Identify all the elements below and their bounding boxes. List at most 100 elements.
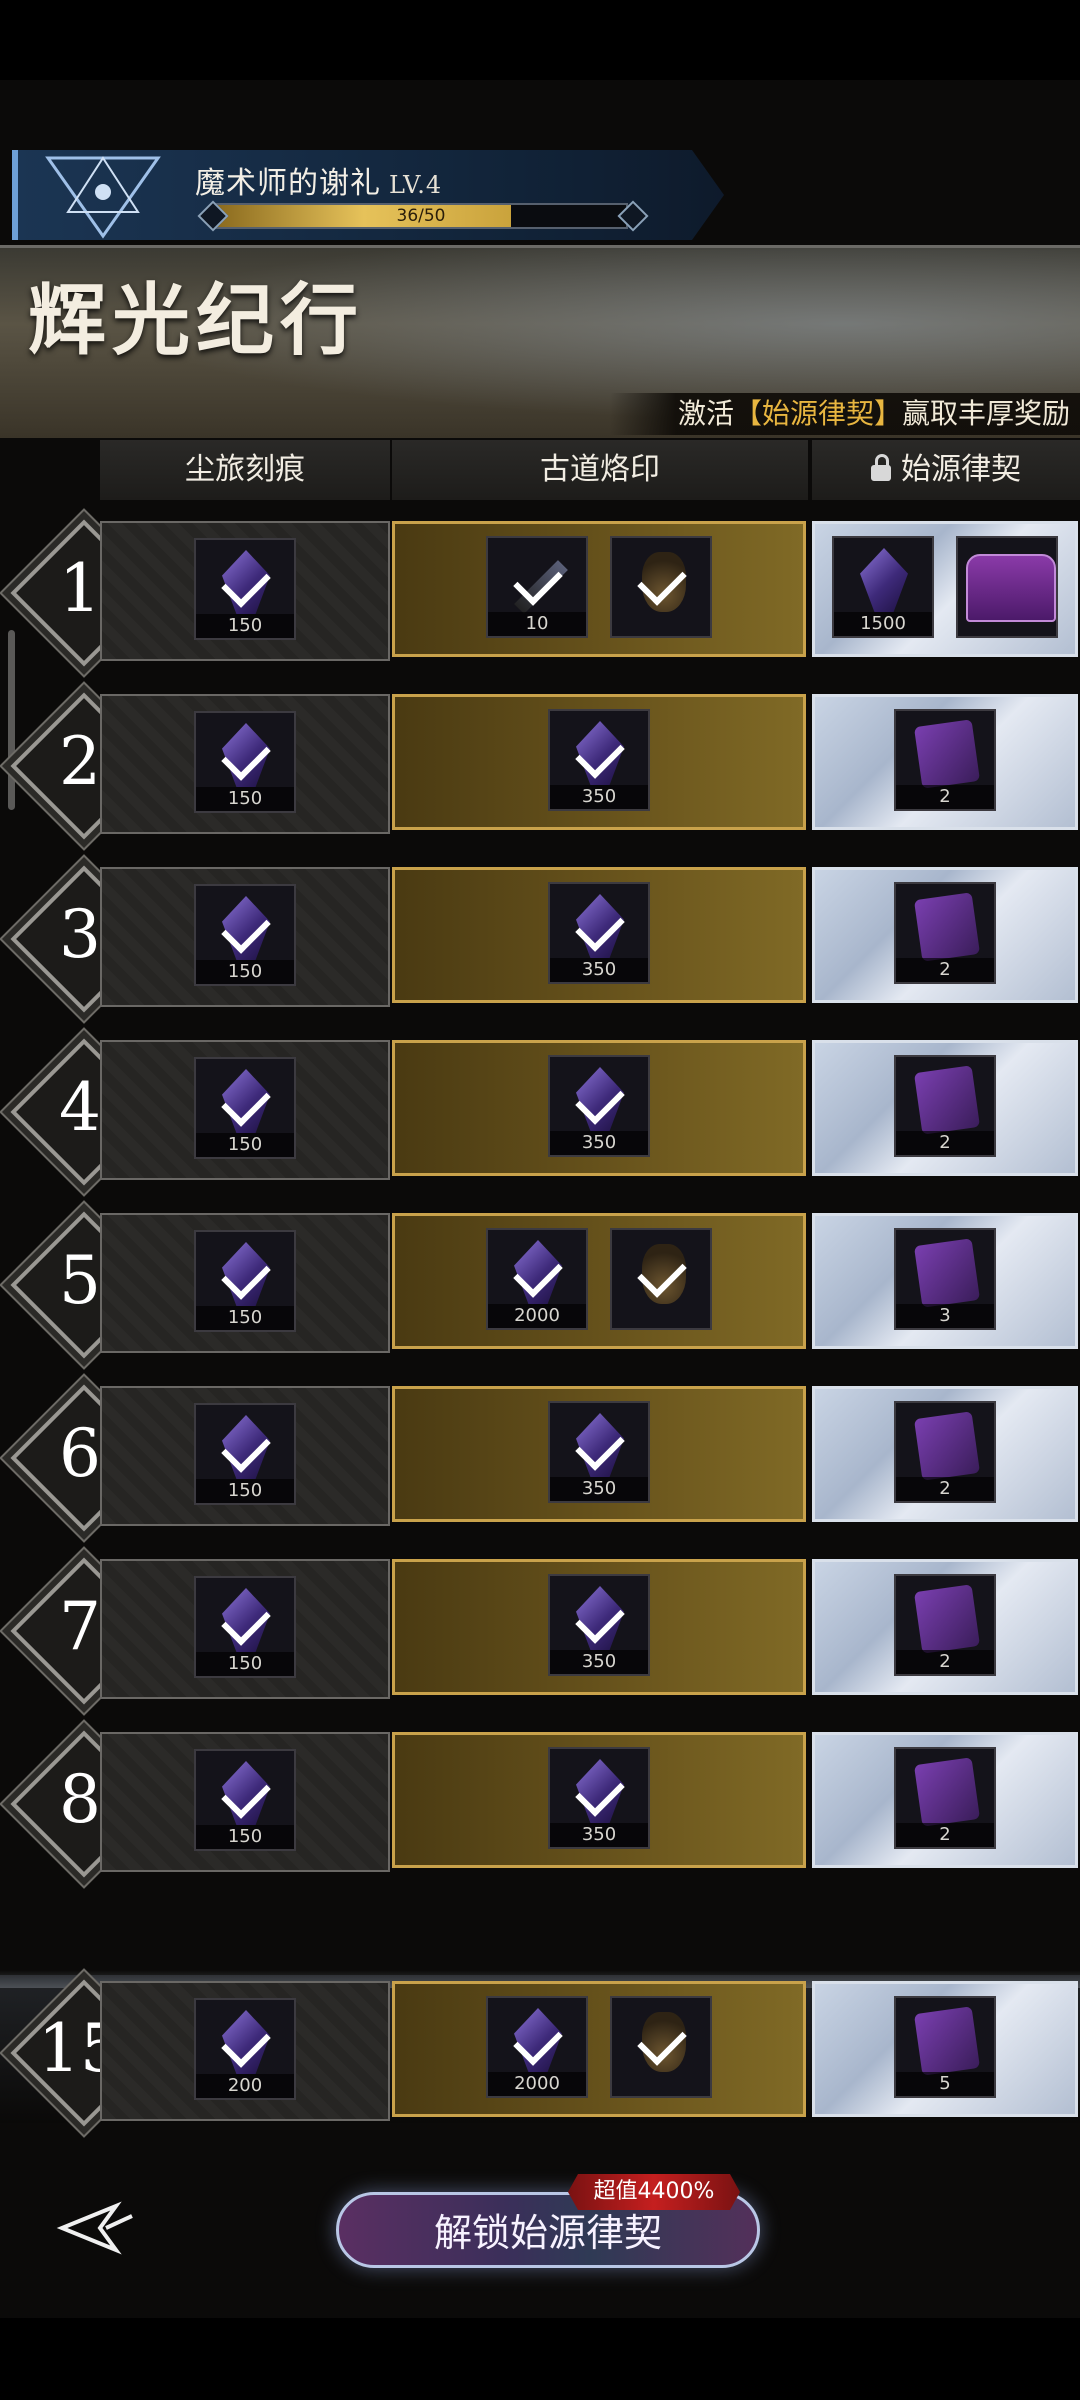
final-reward-row[interactable]: 15 200 2000 5	[0, 1975, 1080, 2127]
reward-quantity: 150	[196, 614, 294, 638]
reward-item[interactable]: 1500	[832, 536, 934, 638]
reward-quantity: 2	[896, 1650, 994, 1674]
reward-item[interactable]: 2000	[486, 1996, 588, 2098]
check-icon	[575, 729, 625, 779]
free-reward-cell[interactable]: 150	[100, 521, 390, 661]
reward-item[interactable]: 2	[894, 882, 996, 984]
reward-row[interactable]: 8 150 350 2	[0, 1726, 1080, 1878]
paid-reward-cell[interactable]: 350	[392, 694, 806, 830]
premium-reward-cell[interactable]: 2	[812, 1386, 1078, 1522]
reward-item[interactable]: 150	[194, 1403, 296, 1505]
free-reward-cell[interactable]: 150	[100, 1386, 390, 1526]
free-reward-cell[interactable]: 200	[100, 1981, 390, 2121]
free-reward-cell[interactable]: 150	[100, 867, 390, 1007]
column-header-free: 尘旅刻痕	[100, 440, 390, 500]
reward-item[interactable]: 2	[894, 1401, 996, 1503]
paid-reward-cell[interactable]: 350	[392, 1559, 806, 1695]
reward-item[interactable]: 3	[894, 1228, 996, 1330]
free-reward-cell[interactable]: 150	[100, 1040, 390, 1180]
reward-quantity: 150	[196, 787, 294, 811]
reward-item[interactable]	[610, 536, 712, 638]
reward-quantity: 200	[196, 2074, 294, 2098]
column-header-premium: 始源律契	[812, 440, 1080, 500]
paid-reward-cell[interactable]: 350	[392, 1386, 806, 1522]
paid-reward-cell[interactable]: 350	[392, 867, 806, 1003]
reward-item[interactable]: 150	[194, 884, 296, 986]
reward-quantity: 350	[550, 785, 648, 809]
reward-quantity: 5	[896, 2072, 994, 2096]
paid-reward-cell[interactable]: 350	[392, 1732, 806, 1868]
check-icon	[221, 1250, 271, 1300]
check-icon	[575, 1594, 625, 1644]
reward-item[interactable]: 350	[548, 882, 650, 984]
free-reward-cell[interactable]: 150	[100, 1559, 390, 1699]
reward-row[interactable]: 5 150 2000 3	[0, 1207, 1080, 1359]
reward-row[interactable]: 4 150 350 2	[0, 1034, 1080, 1186]
premium-reward-cell[interactable]: 1500	[812, 521, 1078, 657]
reward-row[interactable]: 1 150 10 1500	[0, 515, 1080, 667]
reward-item[interactable]: 150	[194, 711, 296, 813]
reward-quantity: 150	[196, 1479, 294, 1503]
check-icon	[221, 558, 271, 608]
reward-quantity: 2	[896, 785, 994, 809]
premium-reward-cell[interactable]: 2	[812, 867, 1078, 1003]
quest-title: 魔术师的谢礼 LV.4	[195, 166, 443, 201]
check-icon	[221, 1077, 271, 1127]
reward-quantity: 350	[550, 1131, 648, 1155]
promo-banner: 激活【始源律契】赢取丰厚奖励	[610, 393, 1080, 435]
reward-row[interactable]: 7 150 350 2	[0, 1553, 1080, 1705]
premium-reward-cell[interactable]: 5	[812, 1981, 1078, 2117]
check-icon	[221, 1769, 271, 1819]
reward-item[interactable]	[956, 536, 1058, 638]
reward-item[interactable]: 2	[894, 1574, 996, 1676]
reward-item[interactable]: 10	[486, 536, 588, 638]
reward-item[interactable]: 2	[894, 1055, 996, 1157]
free-reward-cell[interactable]: 150	[100, 1732, 390, 1872]
reward-quantity: 2	[896, 1823, 994, 1847]
event-title: 辉光纪行	[28, 275, 365, 366]
reward-item[interactable]: 350	[548, 1055, 650, 1157]
reward-item[interactable]: 350	[548, 1747, 650, 1849]
reward-item[interactable]: 2	[894, 1747, 996, 1849]
reward-item[interactable]: 200	[194, 1998, 296, 2100]
reward-quantity: 150	[196, 1652, 294, 1676]
premium-reward-cell[interactable]: 2	[812, 1732, 1078, 1868]
paid-reward-cell[interactable]: 2000	[392, 1981, 806, 2117]
reward-row[interactable]: 2 150 350 2	[0, 688, 1080, 840]
reward-item[interactable]: 150	[194, 1576, 296, 1678]
reward-item[interactable]	[610, 1996, 712, 2098]
triangle-emblem-icon	[45, 156, 161, 239]
check-icon	[513, 2016, 563, 2066]
reward-quantity: 2	[896, 1131, 994, 1155]
reward-quantity: 150	[196, 1306, 294, 1330]
spell-book-icon	[913, 1238, 981, 1308]
free-reward-cell[interactable]: 150	[100, 694, 390, 834]
reward-item[interactable]: 150	[194, 538, 296, 640]
reward-item[interactable]: 2	[894, 709, 996, 811]
premium-reward-cell[interactable]: 3	[812, 1213, 1078, 1349]
reward-item[interactable]: 2000	[486, 1228, 588, 1330]
paid-reward-cell[interactable]: 2000	[392, 1213, 806, 1349]
paid-reward-cell[interactable]: 350	[392, 1040, 806, 1176]
free-reward-cell[interactable]: 150	[100, 1213, 390, 1353]
reward-item[interactable]: 350	[548, 709, 650, 811]
system-nav-bar	[0, 2318, 1080, 2400]
reward-item[interactable]	[610, 1228, 712, 1330]
spell-book-icon	[913, 892, 981, 962]
reward-row[interactable]: 6 150 350 2	[0, 1380, 1080, 1532]
reward-item[interactable]: 150	[194, 1057, 296, 1159]
premium-reward-cell[interactable]: 2	[812, 1040, 1078, 1176]
back-arrow-icon[interactable]	[56, 2198, 136, 2258]
reward-item[interactable]: 150	[194, 1230, 296, 1332]
reward-row[interactable]: 3 150 350 2	[0, 861, 1080, 1013]
paid-reward-cell[interactable]: 10	[392, 521, 806, 657]
premium-reward-cell[interactable]: 2	[812, 1559, 1078, 1695]
reward-quantity: 3	[896, 1304, 994, 1328]
reward-item[interactable]: 5	[894, 1996, 996, 2098]
reward-item[interactable]: 350	[548, 1574, 650, 1676]
reward-quantity: 2	[896, 1477, 994, 1501]
reward-item[interactable]: 350	[548, 1401, 650, 1503]
reward-quantity: 1500	[834, 612, 932, 636]
premium-reward-cell[interactable]: 2	[812, 694, 1078, 830]
reward-item[interactable]: 150	[194, 1749, 296, 1851]
